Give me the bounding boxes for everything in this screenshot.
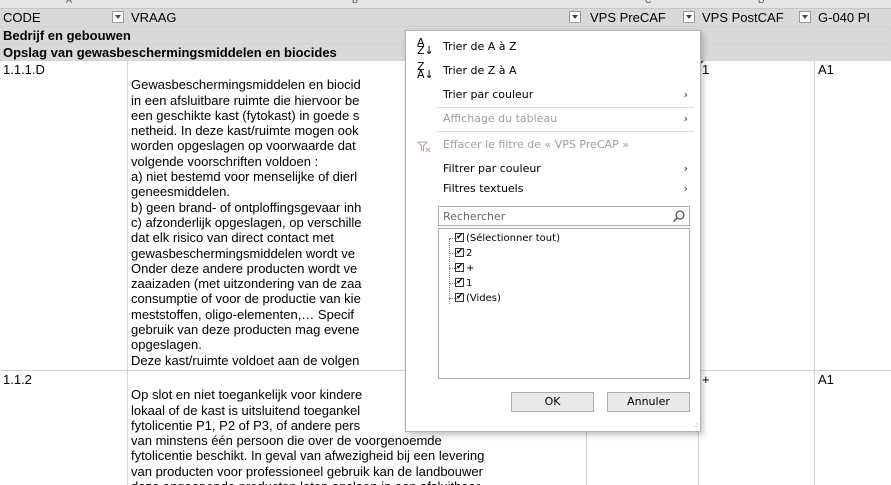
text-filters-item[interactable]: Filtres textuels › <box>406 179 700 199</box>
code-cell[interactable]: 1.1.2 <box>0 371 128 485</box>
filter-dropdown-icon[interactable] <box>112 11 124 23</box>
sort-by-color-item[interactable]: Trier par couleur › <box>406 85 700 105</box>
header-vraag-cell[interactable]: VRAAG <box>128 9 587 27</box>
checkbox-icon <box>455 260 464 274</box>
search-icon <box>672 209 686 226</box>
vps-postcap-cell[interactable]: + <box>699 371 815 485</box>
select-all-checkbox[interactable]: (Sélectionner tout) <box>455 230 560 246</box>
sheet-view-item: Affichage du tableau › <box>406 109 700 129</box>
column-letter-d[interactable]: D <box>758 0 765 5</box>
checkbox-icon <box>455 230 464 244</box>
filter-value-checkbox[interactable]: 2 <box>455 245 472 261</box>
filter-values-list[interactable]: (Sélectionner tout) 2 + 1 (Vides) <box>438 228 690 379</box>
row-g040-value: A1 <box>818 372 834 387</box>
column-letter-c[interactable]: C <box>645 0 652 5</box>
filter-dropdown-icon[interactable] <box>569 11 581 23</box>
row-code: 1.1.1.D <box>3 62 45 77</box>
sort-ascending-icon: A Z↓ <box>417 36 434 57</box>
header-vraag-label: VRAAG <box>131 10 177 25</box>
g040-cell[interactable]: A1 <box>815 371 891 485</box>
header-code-label: CODE <box>3 10 41 25</box>
sort-a-to-z-item[interactable]: A Z↓ Trier de A à Z <box>406 37 700 57</box>
chevron-right-icon: › <box>683 88 688 101</box>
clear-filter-icon <box>416 141 431 154</box>
header-vps-precap-cell[interactable]: VPS PreCAF <box>587 9 699 27</box>
checkbox-icon <box>455 245 464 259</box>
ok-button[interactable]: OK <box>511 392 594 412</box>
column-letter-a[interactable]: A <box>66 0 72 5</box>
column-letter-b[interactable]: B <box>352 0 358 5</box>
clear-filter-item: Effacer le filtre de « VPS PreCAP » <box>406 135 700 155</box>
header-vps-precap-label: VPS PreCAF <box>590 10 666 25</box>
vps-postcap-cell[interactable]: 1 <box>699 61 815 371</box>
filter-value-checkbox[interactable]: + <box>455 260 474 276</box>
row-question-text: Gewasbeschermingsmiddelen en biocid in e… <box>131 77 362 368</box>
g040-cell[interactable]: A1 <box>815 61 891 371</box>
code-cell[interactable]: 1.1.1.D <box>0 61 128 371</box>
filter-dropdown-icon[interactable] <box>799 11 811 23</box>
menu-divider <box>436 131 694 132</box>
filter-active-icon[interactable] <box>683 11 695 23</box>
chevron-right-icon: › <box>683 162 688 175</box>
checkbox-icon <box>455 290 464 304</box>
header-code-cell[interactable]: CODE <box>0 9 128 27</box>
header-vps-postcap-label: VPS PostCAF <box>702 10 784 25</box>
filter-value-checkbox[interactable]: (Vides) <box>455 290 501 306</box>
checkbox-icon <box>455 275 464 289</box>
filter-value-checkbox[interactable]: 1 <box>455 275 472 291</box>
filter-by-color-item[interactable]: Filtrer par couleur › <box>406 159 700 179</box>
resize-grip-icon[interactable]: .: <box>693 421 698 429</box>
column-letters: A B C D <box>0 0 891 9</box>
section-title: Opslag van gewasbeschermingsmiddelen en … <box>3 45 337 60</box>
cancel-button[interactable]: Annuler <box>607 392 690 412</box>
row-code: 1.1.2 <box>3 372 32 387</box>
row-g040-value: A1 <box>818 62 834 77</box>
autofilter-dropdown: A Z↓ Trier de A à Z Z A↓ Trier de Z à A Tr… <box>405 30 701 432</box>
chevron-right-icon: › <box>683 182 688 195</box>
row-vps-postcap-value: + <box>702 372 710 387</box>
header-vps-postcap-cell[interactable]: VPS PostCAF <box>699 9 815 27</box>
header-g040-label: G-040 PI <box>818 10 871 25</box>
chevron-right-icon: › <box>683 112 688 125</box>
tree-line <box>449 239 450 304</box>
search-input[interactable]: Rechercher <box>438 206 690 226</box>
header-g040-cell[interactable]: G-040 PI <box>815 9 891 27</box>
menu-divider <box>436 107 694 108</box>
sort-z-to-a-item[interactable]: Z A↓ Trier de Z à A <box>406 61 700 81</box>
section-title: Bedrijf en gebouwen <box>3 28 131 43</box>
sort-descending-icon: Z A↓ <box>417 60 434 81</box>
